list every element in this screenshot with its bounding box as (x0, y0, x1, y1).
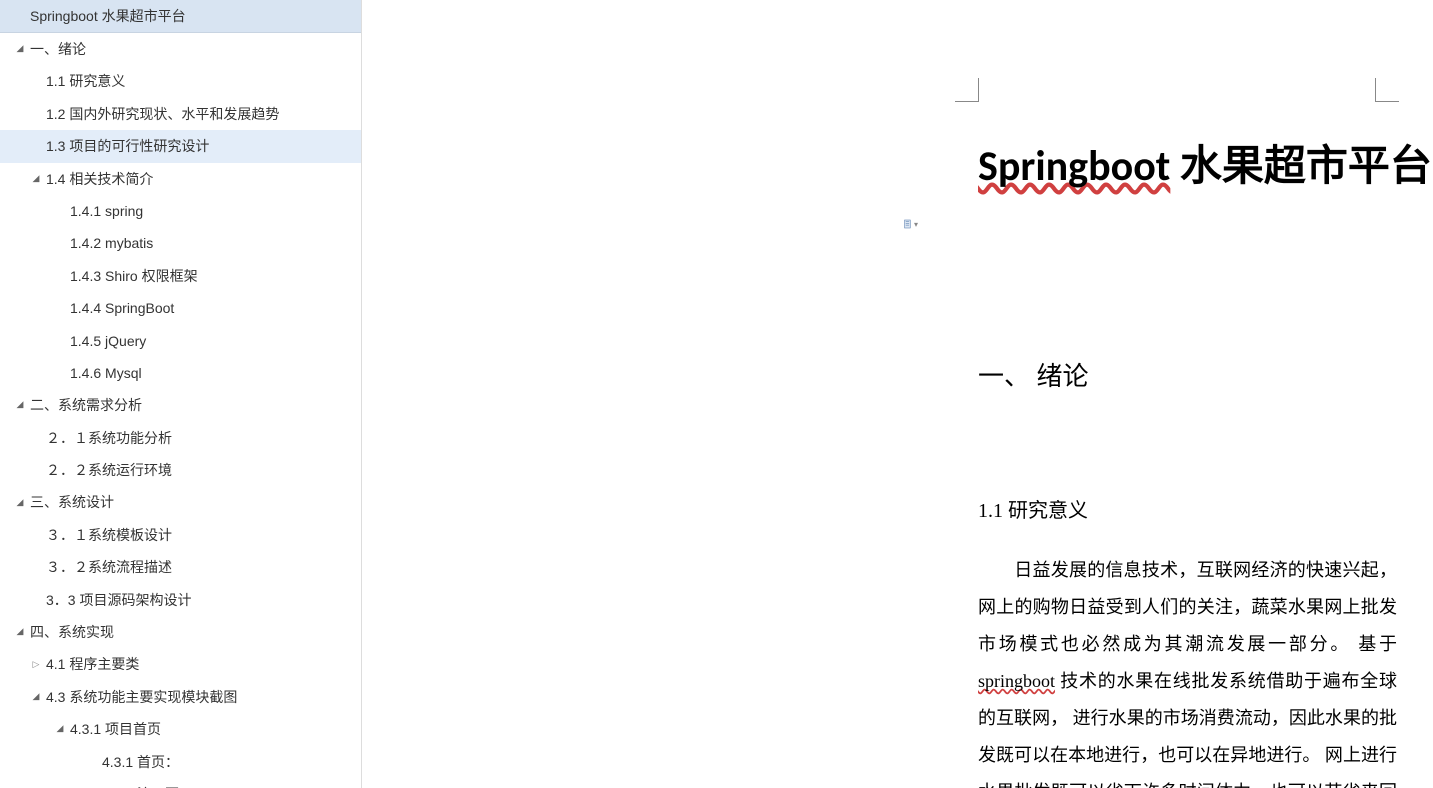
outline-item[interactable]: 1.2 国内外研究现状、水平和发展趋势 (0, 98, 361, 130)
outline-title: Springboot 水果超市平台 (0, 0, 361, 33)
outline-item[interactable]: 4.3 系统功能主要实现模块截图 (0, 681, 361, 713)
page-margin-corner-tl (955, 78, 979, 102)
outline-item[interactable]: 4.3.1 项目首页 (0, 713, 361, 745)
outline-item[interactable]: 1.3 项目的可行性研究设计 (0, 130, 361, 162)
outline-item-label: 1.2 国内外研究现状、水平和发展趋势 (46, 103, 351, 125)
outline-item-label: 三、系统设计 (30, 491, 351, 513)
outline-item[interactable]: ２．２系统运行环境 (0, 454, 361, 486)
outline-item-label: ３．１系统模板设计 (46, 524, 351, 546)
outline-expand-icon[interactable] (54, 721, 66, 737)
section-heading-1: 一、 绪论 (978, 356, 1089, 393)
outline-expand-icon[interactable] (30, 657, 42, 673)
outline-item-label: 四、系统实现 (30, 621, 351, 643)
outline-item-label: 3．3 项目源码架构设计 (46, 589, 351, 611)
outline-item[interactable]: 1.4.2 mybatis (0, 227, 361, 259)
outline-item-label: ２．２系统运行环境 (46, 459, 351, 481)
outline-item-label: 1.4.1 spring (70, 200, 351, 222)
outline-sidebar[interactable]: Springboot 水果超市平台 一、绪论 1.1 研究意义 1.2 国内外研究现… (0, 0, 362, 788)
outline-item[interactable]: 1.4.6 Mysql (0, 357, 361, 389)
page-margin-corner-tr (1375, 78, 1399, 102)
outline-item-label: ３．２系统流程描述 (46, 556, 351, 578)
outline-item-label: 4.3.1 首页： (102, 751, 351, 773)
outline-item[interactable]: 1.4 相关技术简介 (0, 163, 361, 195)
outline-item-label: 1.3 项目的可行性研究设计 (46, 135, 351, 157)
outline-item-label: 4.3.2 注册页面： (102, 783, 351, 788)
outline-expand-icon[interactable] (14, 495, 26, 511)
outline-expand-icon[interactable] (30, 171, 42, 187)
outline-item-label: ２．１系统功能分析 (46, 427, 351, 449)
document-canvas[interactable]: ▾ Springboot 水果超市平台 一、 绪论 1.1 研究意义 日益发展的… (362, 0, 1433, 788)
outline-item-label: 1.4.4 SpringBoot (70, 297, 351, 319)
outline-item[interactable]: ３．１系统模板设计 (0, 519, 361, 551)
outline-item[interactable]: 一、绪论 (0, 33, 361, 65)
outline-expand-icon[interactable] (14, 41, 26, 57)
outline-item-label: 4.1 程序主要类 (46, 653, 351, 675)
body-run-1: 日益发展的信息技术，互联网经济的快速兴起，网上的购物日益受到人们的关注，蔬菜水果… (978, 560, 1397, 654)
outline-item-label: 4.3.1 项目首页 (70, 718, 351, 740)
title-word-1: Springboot (978, 141, 1170, 192)
outline-expand-icon[interactable] (30, 689, 42, 705)
outline-item[interactable]: 4.1 程序主要类 (0, 648, 361, 680)
outline-item[interactable]: 四、系统实现 (0, 616, 361, 648)
outline-item-label: 1.1 研究意义 (46, 70, 351, 92)
section-heading-1-1: 1.1 研究意义 (978, 494, 1088, 523)
paste-options-icon[interactable]: ▾ (904, 216, 918, 232)
outline-item[interactable]: 二、系统需求分析 (0, 389, 361, 421)
outline-item[interactable]: 4.3.1 首页： (0, 746, 361, 778)
outline-item[interactable]: 1.4.3 Shiro 权限框架 (0, 260, 361, 292)
outline-item-label: 1.4.5 jQuery (70, 330, 351, 352)
outline-item[interactable]: 3．3 项目源码架构设计 (0, 584, 361, 616)
outline-item[interactable]: ３．２系统流程描述 (0, 551, 361, 583)
outline-item[interactable]: ２．１系统功能分析 (0, 422, 361, 454)
outline-item-label: 一、绪论 (30, 38, 351, 60)
outline-tree: 一、绪论 1.1 研究意义 1.2 国内外研究现状、水平和发展趋势 1.3 项目的可行… (0, 33, 361, 788)
outline-item-label: 1.4 相关技术简介 (46, 168, 351, 190)
outline-expand-icon[interactable] (14, 624, 26, 640)
outline-item[interactable]: 4.3.2 注册页面： (0, 778, 361, 788)
outline-item[interactable]: 三、系统设计 (0, 486, 361, 518)
outline-item[interactable]: 1.4.4 SpringBoot (0, 292, 361, 324)
outline-item[interactable]: 1.4.1 spring (0, 195, 361, 227)
outline-item[interactable]: 1.4.5 jQuery (0, 325, 361, 357)
title-word-2: 水果超市平台 (1170, 141, 1432, 192)
outline-item-label: 二、系统需求分析 (30, 394, 351, 416)
outline-expand-icon[interactable] (14, 397, 26, 413)
outline-item[interactable]: 1.1 研究意义 (0, 65, 361, 97)
body-spellcheck-word: springboot (978, 671, 1055, 691)
body-paragraph: 日益发展的信息技术，互联网经济的快速兴起，网上的购物日益受到人们的关注，蔬菜水果… (978, 552, 1397, 788)
outline-item-label: 1.4.6 Mysql (70, 362, 351, 384)
outline-item-label: 4.3 系统功能主要实现模块截图 (46, 686, 351, 708)
outline-item-label: 1.4.3 Shiro 权限框架 (70, 265, 351, 287)
outline-item-label: 1.4.2 mybatis (70, 232, 351, 254)
document-title: Springboot 水果超市平台 (978, 132, 1432, 193)
